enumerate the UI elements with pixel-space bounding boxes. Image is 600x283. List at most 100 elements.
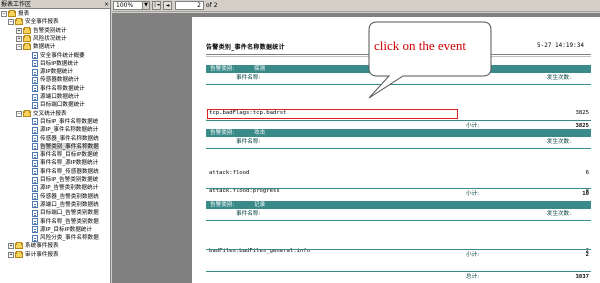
tree-item[interactable]: + 审计事件报表 [8,250,59,259]
tree-item-label: 源端口数据统计 [40,94,80,100]
collapse-icon[interactable]: − [8,19,14,26]
event-count: 3825 [575,110,589,116]
tree-item-label: 源IP_告警类别数据统计 [40,185,99,192]
tree-item[interactable]: 风险分类_事件名称数据 [25,234,99,242]
event-name-header: 事件名称: [236,139,261,145]
zoom-select[interactable]: 100% ▼ [113,1,150,10]
tree-item-label: 告警类别_事件名称数据 [40,142,99,151]
column-header: 事件名称: 发生次数: [206,138,591,147]
panel-header: 报表工作区 × [0,0,110,9]
category-value: 攻击 [254,130,266,136]
tree-item[interactable]: 事件名称_源IP数据统计 [25,159,98,167]
subtotal-row: 小计: 2 [206,251,591,260]
chevron-down-icon[interactable]: ▼ [142,2,149,9]
tree-item[interactable]: 事件名称_告警类别数据 [25,218,99,226]
tree-item-label: 目标端口_告警类别数据 [40,210,99,217]
collapse-icon[interactable]: − [16,44,22,51]
subtotal-label: 小计: [466,252,480,258]
tree-item[interactable]: 传感器数据统计 [25,76,79,84]
event-count: 6 [585,170,589,176]
folder-icon [23,34,31,42]
tree-item-label: 传感器数据统计 [40,77,80,84]
prev-page-button[interactable]: ◄ [163,1,172,10]
folder-icon [8,10,16,17]
count-header: 发生次数: [546,211,571,217]
tree-item-label: 告警类别统计 [33,27,67,34]
tree-item-label: 数据统计 [33,44,56,51]
tree-item-label: 安全事件统计概要 [40,52,85,59]
report-icon [32,193,38,201]
report-icon [32,218,38,225]
total-row: 总计: 3837 [206,273,591,282]
tree-item[interactable]: 传感器_事件名称数据统 [25,135,99,143]
tree-item[interactable]: 告警类别_事件名称数据 [25,142,99,151]
tree-item[interactable]: + 系统事件报表 [8,242,59,250]
close-icon[interactable]: × [103,0,110,8]
tree-item[interactable]: 事件名称数据统计 [25,85,85,93]
tree-item-label: 传感器_事件名称数据统 [40,135,99,142]
tree-item[interactable]: 目标IP数据统计 [25,60,79,68]
report-icon [32,226,38,234]
first-page-button[interactable]: |◄ [152,1,161,10]
total-rule [206,271,591,272]
tree-item-label: 风险状况统计 [33,35,67,42]
tree-item[interactable]: 源IP_事件名称数据统计 [25,126,98,134]
tree-item[interactable]: + 风险状况统计 [16,34,67,43]
category-label: 告警类别: [210,202,235,208]
report-icon [32,184,38,192]
report-icon [32,76,38,84]
tree-item-label: 目标端口数据统计 [40,102,85,109]
page-count: of 2 [206,2,218,9]
tree-item[interactable]: 源IP_目标IP数据统计 [25,226,92,234]
header-rule [206,148,591,149]
tree-item-label: 事件名称_告警类别数据 [40,218,99,225]
collapse-icon[interactable]: − [1,11,7,17]
collapse-icon[interactable]: − [16,110,22,117]
tree-item[interactable]: − 安全事件报表 [8,18,59,26]
expand-icon[interactable]: + [8,243,14,250]
expand-icon[interactable]: + [16,27,22,34]
tree-item-label: 风险分类_事件名称数据 [40,235,99,242]
tree-item[interactable]: 源IP数据统计 [25,68,73,76]
tree-item[interactable]: 目标IP_告警类别数据统 [25,176,98,184]
subtotal-row: 小计: 10 [206,190,591,199]
tree-item[interactable]: 传感器_告警类别数据统 [25,193,99,201]
panel-title: 报表工作区 [1,1,32,8]
tree-item[interactable]: − 数据统计 [16,43,55,51]
category-value: 探测 [254,66,266,72]
tree-item[interactable]: 源IP_告警类别数据统计 [25,184,98,192]
report-tree: − 报表 − 安全事件报表 + 告警类别统计 + 风险状况统计 − 数据统计 安全事件统计概要 目标I… [0,10,110,283]
tree-item[interactable]: − 报表 [1,10,29,18]
event-highlight-box [207,109,458,119]
tree-item[interactable]: 事件名称_目标IP数据统 [25,151,98,159]
tree-item-label: 安全事件报表 [25,19,59,26]
report-icon [32,93,38,101]
page-number-input[interactable]: 2 [175,1,204,10]
tree-item[interactable]: 安全事件统计概要 [25,52,85,60]
report-icon [32,159,38,167]
tree-item[interactable]: 目标IP_事件名称数据统 [25,118,98,126]
tree-item-label: 源IP_事件名称数据统计 [40,127,99,134]
expand-icon[interactable]: + [8,251,14,258]
folder-icon [23,43,31,51]
subtotal-value: 10 [582,191,589,197]
tree-item[interactable]: 目标端口数据统计 [25,101,85,109]
tree-item[interactable]: + 告警类别统计 [16,26,67,35]
tree-item[interactable]: 源端口_告警类别数据统 [25,201,99,209]
expand-icon[interactable]: + [16,35,22,42]
folder-icon [23,109,31,117]
report-icon [32,126,38,134]
tree-item[interactable]: 事件名称_传感器数据统 [25,168,99,176]
tree-item[interactable]: 源端口数据统计 [25,93,79,101]
report-icon [32,209,38,217]
folder-icon [23,26,31,34]
tree-item-label: 交叉统计报表 [33,110,67,117]
category-value: 记录 [254,202,266,208]
tree-item-label: 源IP_目标IP数据统计 [40,226,92,233]
event-name[interactable]: attack:flood [209,169,249,178]
count-header: 发生次数: [546,139,571,145]
tree-item[interactable]: 目标端口_告警类别数据 [25,209,99,217]
tree-item-label: 源端口_告警类别数据统 [40,201,99,208]
event-row[interactable]: attack:flood 6 [206,169,591,178]
tree-item[interactable]: − 交叉统计报表 [16,109,67,118]
